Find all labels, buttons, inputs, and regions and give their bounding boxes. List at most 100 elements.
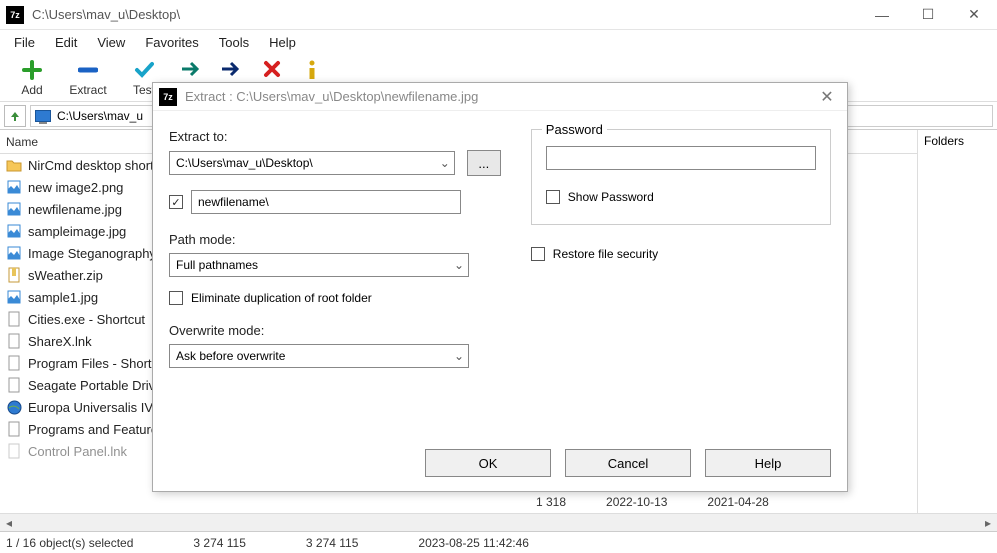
scroll-right-button[interactable]: ▸ (979, 514, 997, 531)
image-icon (6, 289, 22, 305)
help-button[interactable]: Help (705, 449, 831, 477)
up-button[interactable] (4, 105, 26, 127)
scroll-track[interactable] (18, 514, 979, 531)
file-name: sWeather.zip (28, 268, 103, 283)
file-icon (6, 333, 22, 349)
restore-security-checkbox[interactable] (531, 247, 545, 261)
up-arrow-icon (9, 110, 21, 122)
show-password-label: Show Password (568, 190, 654, 204)
menu-tools[interactable]: Tools (211, 33, 257, 52)
cancel-button[interactable]: Cancel (565, 449, 691, 477)
folders-label: Folders (924, 134, 964, 148)
file-name: new image2.png (28, 180, 123, 195)
menubar: File Edit View Favorites Tools Help (0, 30, 997, 54)
menu-file[interactable]: File (6, 33, 43, 52)
chevron-down-icon: ⌄ (436, 156, 454, 170)
arrow-right-icon (180, 60, 204, 78)
file-name: Cities.exe - Shortcut (28, 312, 145, 327)
dialog-titlebar: 7z Extract : C:\Users\mav_u\Desktop\newf… (153, 83, 847, 111)
overwrite-combo[interactable]: Ask before overwrite ⌄ (169, 344, 469, 368)
detail-row: 1 318 2022-10-13 2021-04-28 (0, 495, 997, 513)
app-icon: 7z (6, 6, 24, 24)
file-icon (6, 355, 22, 371)
restore-security-label: Restore file security (553, 247, 658, 261)
status-selected: 1 / 16 object(s) selected (6, 536, 133, 550)
extract-to-combo[interactable]: C:\Users\mav_u\Desktop\ ⌄ (169, 151, 455, 175)
path-mode-combo[interactable]: Full pathnames ⌄ (169, 253, 469, 277)
extract-dialog: 7z Extract : C:\Users\mav_u\Desktop\newf… (152, 82, 848, 492)
file-name: Europa Universalis IV (28, 400, 153, 415)
detail-date1: 2022-10-13 (606, 495, 667, 513)
minimize-button[interactable]: — (859, 0, 905, 30)
status-bar: 1 / 16 object(s) selected 3 274 115 3 27… (0, 531, 997, 553)
subfolder-value: newfilename\ (198, 195, 269, 209)
menu-help[interactable]: Help (261, 33, 304, 52)
menu-edit[interactable]: Edit (47, 33, 85, 52)
file-icon (6, 421, 22, 437)
file-name: Seagate Portable Drive (28, 378, 162, 393)
overwrite-label: Overwrite mode: (169, 323, 501, 338)
overwrite-value: Ask before overwrite (176, 349, 285, 363)
chevron-down-icon: ⌄ (450, 258, 468, 272)
detail-date2: 2021-04-28 (707, 495, 768, 513)
extract-to-label: Extract to: (169, 129, 501, 144)
extract-label: Extract (69, 83, 106, 97)
file-name: Image Steganography (28, 246, 156, 261)
status-size2: 3 274 115 (306, 536, 359, 550)
path-mode-value: Full pathnames (176, 258, 258, 272)
horizontal-scrollbar[interactable]: ◂ ▸ (0, 513, 997, 531)
computer-icon (35, 110, 51, 122)
image-icon (6, 223, 22, 239)
folder-icon (6, 157, 22, 173)
password-label: Password (542, 122, 607, 137)
minus-icon (78, 59, 98, 81)
folders-pane: Folders (917, 130, 997, 531)
eliminate-label: Eliminate duplication of root folder (191, 291, 372, 305)
subfolder-checkbox[interactable]: ✓ (169, 195, 183, 209)
file-name: Programs and Features (28, 422, 165, 437)
file-name: sampleimage.jpg (28, 224, 126, 239)
maximize-button[interactable]: ☐ (905, 0, 951, 30)
menu-view[interactable]: View (89, 33, 133, 52)
info-icon (306, 60, 318, 80)
scroll-left-button[interactable]: ◂ (0, 514, 18, 531)
browse-button[interactable]: ... (467, 150, 501, 176)
eliminate-checkbox[interactable] (169, 291, 183, 305)
file-icon (6, 377, 22, 393)
extract-button[interactable]: Extract (62, 56, 114, 100)
file-name: Program Files - Shortcut (28, 356, 169, 371)
subfolder-input[interactable]: newfilename\ (191, 190, 461, 214)
close-button[interactable]: ✕ (951, 0, 997, 30)
dialog-app-icon: 7z (159, 88, 177, 106)
dialog-close-button[interactable]: ✕ (807, 83, 847, 111)
path-mode-label: Path mode: (169, 232, 501, 247)
file-icon (6, 443, 22, 459)
ok-button[interactable]: OK (425, 449, 551, 477)
image-icon (6, 245, 22, 261)
check-icon (134, 59, 154, 81)
arrow-right-dark-icon (220, 60, 244, 78)
file-name: sample1.jpg (28, 290, 98, 305)
zip-icon (6, 267, 22, 283)
add-button[interactable]: Add (6, 56, 58, 100)
file-name: Control Panel.lnk (28, 444, 127, 459)
path-text: C:\Users\mav_u (57, 109, 143, 123)
image-icon (6, 201, 22, 217)
status-size1: 3 274 115 (193, 536, 246, 550)
column-name[interactable]: Name (6, 135, 38, 149)
window-title: C:\Users\mav_u\Desktop\ (32, 7, 180, 22)
file-icon (6, 311, 22, 327)
status-date: 2023-08-25 11:42:46 (418, 536, 529, 550)
file-name: newfilename.jpg (28, 202, 122, 217)
window-titlebar: 7z C:\Users\mav_u\Desktop\ — ☐ ✕ (0, 0, 997, 30)
globe-icon (6, 399, 22, 415)
chevron-down-icon: ⌄ (450, 349, 468, 363)
show-password-checkbox[interactable] (546, 190, 560, 204)
file-name: ShareX.lnk (28, 334, 92, 349)
image-icon (6, 179, 22, 195)
extract-to-value: C:\Users\mav_u\Desktop\ (176, 156, 313, 170)
menu-favorites[interactable]: Favorites (137, 33, 206, 52)
x-icon (263, 60, 281, 78)
dialog-title: Extract : C:\Users\mav_u\Desktop\newfile… (185, 89, 478, 104)
password-input[interactable] (546, 146, 816, 170)
